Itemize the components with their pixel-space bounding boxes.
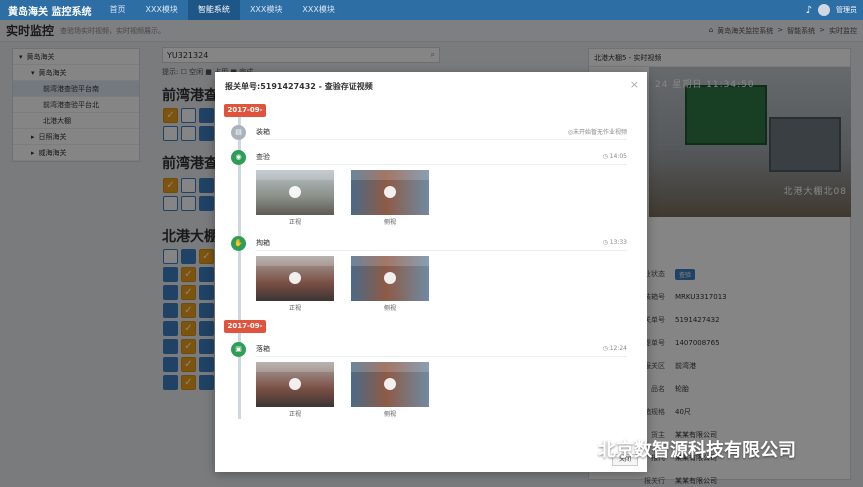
modal-title: 报关单号:5191427432 - 查验存证视频 xyxy=(225,82,373,91)
thumbnail-highlight xyxy=(256,362,334,372)
play-icon[interactable] xyxy=(384,186,396,198)
play-icon[interactable] xyxy=(289,272,301,284)
user-name[interactable]: 管理员 xyxy=(836,5,857,15)
event-time: ◷ 12:24 xyxy=(602,345,627,352)
avatar[interactable] xyxy=(818,4,830,16)
top-navbar: 黄岛海关 监控系统 首页 XXX模块 智能系统 XXX模块 XXX模块 ♪ 管理员 xyxy=(0,0,863,20)
thumbnail-caption: 正视 xyxy=(288,305,301,312)
event-time: ◷ 13:33 xyxy=(602,239,627,246)
event-header: 落箱 ◷ 12:24 xyxy=(256,341,627,357)
thumbnail-caption: 侧视 xyxy=(383,219,396,226)
nav-item[interactable]: XXX模块 xyxy=(240,0,292,20)
event-note: ◎未开始暂无作业视频 xyxy=(567,129,627,136)
play-icon[interactable] xyxy=(384,378,396,390)
play-icon[interactable] xyxy=(289,186,301,198)
thumbnail-highlight xyxy=(351,170,429,180)
event-name: 装箱 xyxy=(256,127,270,136)
main-nav: 首页 XXX模块 智能系统 XXX模块 XXX模块 xyxy=(99,0,344,20)
date-badge: 2017-09-25 xyxy=(224,104,266,127)
thumbnail-highlight xyxy=(351,256,429,266)
date-badge: 2017-09-25 xyxy=(224,320,266,343)
play-icon[interactable] xyxy=(384,272,396,284)
thumbnail-caption: 侧视 xyxy=(383,305,396,312)
event-name: 掏箱 xyxy=(256,238,270,247)
app-brand: 黄岛海关 监控系统 xyxy=(8,6,92,18)
event-name: 落箱 xyxy=(256,344,270,353)
video-thumbnail[interactable] xyxy=(351,362,429,407)
nav-item[interactable]: 智能系统 xyxy=(187,0,240,20)
wechat-logo-icon xyxy=(561,439,590,459)
thumbnail-caption: 正视 xyxy=(288,219,301,226)
thumbnail-highlight xyxy=(351,362,429,372)
nav-item[interactable]: 首页 xyxy=(99,0,135,20)
container-icon: ▤ xyxy=(231,125,246,140)
nav-item[interactable]: XXX模块 xyxy=(292,0,344,20)
truck-icon: ▣ xyxy=(231,342,246,357)
watermark-text: 北京数智源科技有限公司 xyxy=(598,440,796,461)
event-name: 查验 xyxy=(256,152,270,161)
company-watermark: 北京数智源科技有限公司 xyxy=(560,436,796,462)
eye-icon: ◉ xyxy=(231,150,246,165)
thumbnail-highlight xyxy=(256,256,334,266)
close-icon[interactable]: × xyxy=(630,78,639,91)
hand-icon: ✋ xyxy=(231,236,246,251)
thumbnail-highlight xyxy=(256,170,334,180)
nav-item[interactable]: XXX模块 xyxy=(135,0,187,20)
video-thumbnail[interactable] xyxy=(256,362,334,407)
event-header: 装箱 ◎未开始暂无作业视频 xyxy=(256,124,627,140)
video-thumbnail[interactable] xyxy=(256,256,334,301)
thumbnail-caption: 侧视 xyxy=(383,411,396,418)
bell-icon[interactable]: ♪ xyxy=(806,5,812,16)
play-icon[interactable] xyxy=(289,378,301,390)
thumbnail-caption: 正视 xyxy=(288,411,301,418)
evidence-video-modal: 报关单号:5191427432 - 查验存证视频 × 2017-09-25 201… xyxy=(215,72,647,472)
event-header: 查验 ◷ 14:05 xyxy=(256,149,627,165)
video-thumbnail[interactable] xyxy=(351,256,429,301)
event-header: 掏箱 ◷ 13:33 xyxy=(256,235,627,251)
video-thumbnail[interactable] xyxy=(256,170,334,215)
event-time: ◷ 14:05 xyxy=(602,153,627,160)
header-right: ♪ 管理员 xyxy=(806,4,863,16)
video-thumbnail[interactable] xyxy=(351,170,429,215)
